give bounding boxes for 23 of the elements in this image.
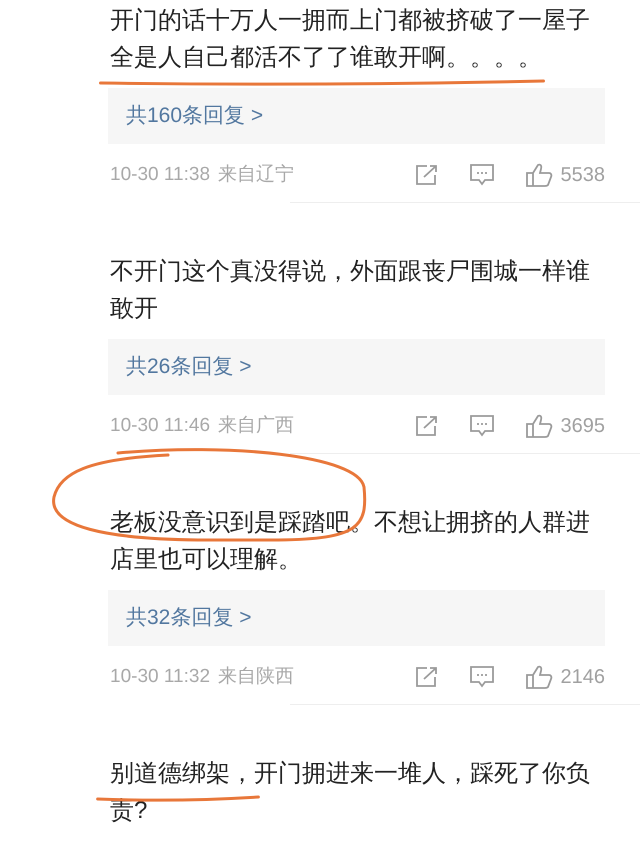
timestamp: 10-30 11:38 [110, 162, 210, 187]
location-label: 来自陕西 [218, 664, 294, 689]
comment-icon[interactable] [468, 665, 494, 689]
share-icon[interactable] [414, 666, 438, 688]
thumbs-up-icon[interactable] [524, 162, 552, 188]
share-icon[interactable] [414, 415, 438, 437]
comment-text: 不开门这个真没得说，外面跟丧尸围城一样谁敢开 [110, 257, 591, 324]
comment-text: 开门的话十万人一拥而上门都被挤破了一屋子 全是人自己都活不了了谁敢开啊。。。。 [110, 2, 602, 76]
thumbs-up-icon[interactable] [524, 413, 552, 439]
replies-link[interactable]: 共160条回复 > [108, 88, 605, 144]
thumbs-up-icon[interactable] [524, 664, 552, 690]
timestamp: 10-30 11:46 [110, 414, 210, 438]
replies-link[interactable]: 共32条回复 > [108, 590, 605, 646]
comment-icon[interactable] [468, 414, 494, 438]
like-count: 3695 [560, 414, 605, 439]
location-label: 来自辽宁 [218, 162, 294, 187]
comment-icon[interactable] [468, 163, 494, 187]
replies-link[interactable]: 共26条回复 > [108, 339, 605, 395]
timestamp: 10-30 11:32 [110, 664, 210, 689]
share-icon[interactable] [414, 164, 438, 186]
location-label: 来自广西 [218, 414, 294, 438]
like-count: 5538 [560, 163, 605, 188]
like-count: 2146 [560, 665, 605, 690]
